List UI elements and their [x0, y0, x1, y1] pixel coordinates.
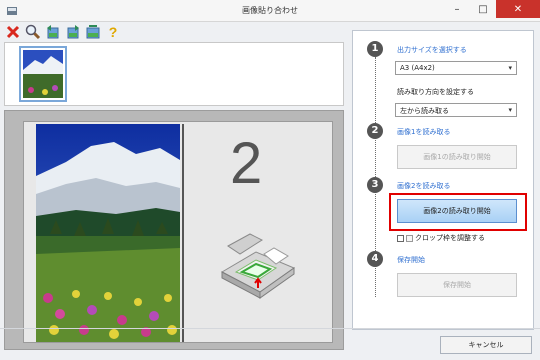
swap-icon[interactable]: [84, 23, 102, 41]
preview-frame: 2: [4, 110, 344, 350]
cancel-button[interactable]: キャンセル: [440, 336, 532, 354]
start-save-button[interactable]: 保存開始: [397, 273, 517, 297]
step-2-number: 2: [367, 123, 383, 139]
chevron-down-icon: ▾: [508, 106, 512, 114]
chevron-down-icon: ▾: [508, 64, 512, 72]
scan-direction-select[interactable]: 左から読み取る ▾: [395, 103, 517, 117]
footer-separator: [0, 328, 540, 329]
crop-adjust-checkbox[interactable]: [397, 234, 404, 242]
thumbnail-strip: [4, 42, 344, 106]
crop-adjust-label: クロップ枠を調整する: [415, 234, 485, 242]
step-1-title: 出力サイズを選択する: [397, 46, 467, 54]
output-size-select[interactable]: A3 (A4x2) ▾: [395, 61, 517, 75]
scan-image-1-button[interactable]: 画像1の読み取り開始: [397, 145, 517, 169]
minimize-button[interactable]: –: [444, 0, 470, 18]
scanned-image-1: [36, 124, 180, 342]
next-image-number: 2: [230, 131, 263, 196]
help-icon[interactable]: ?: [104, 23, 122, 41]
step-3-number: 3: [367, 177, 383, 193]
maximize-button[interactable]: □: [470, 0, 496, 18]
delete-icon[interactable]: [4, 23, 22, 41]
help-glyph: ?: [108, 24, 118, 40]
step-3-title: 画像2を読み取る: [397, 182, 451, 190]
step-4-number: 4: [367, 251, 383, 267]
title-bar: 画像貼り合わせ – □ ✕: [0, 0, 540, 22]
step-4-title: 保存開始: [397, 256, 425, 264]
scan-direction-label: 読み取り方向を設定する: [397, 88, 474, 96]
image-divider: [182, 124, 184, 342]
toolbar: ?: [4, 22, 122, 42]
step-2-title: 画像1を読み取る: [397, 128, 451, 136]
rotate-left-icon[interactable]: [44, 23, 62, 41]
scan-direction-value: 左から読み取る: [400, 107, 449, 115]
crop-adjust-option[interactable]: クロップ枠を調整する: [397, 233, 485, 243]
close-button[interactable]: ✕: [496, 0, 540, 18]
crop-frame-icon: [406, 234, 413, 242]
image-thumbnail[interactable]: [19, 46, 67, 102]
steps-panel: 1 出力サイズを選択する A3 (A4x2) ▾ 読み取り方向を設定する 左から…: [352, 30, 534, 330]
zoom-icon[interactable]: [24, 23, 42, 41]
step-1-number: 1: [367, 41, 383, 57]
output-size-value: A3 (A4x2): [400, 64, 435, 72]
preview-canvas: 2: [23, 121, 333, 343]
rotate-right-icon[interactable]: [64, 23, 82, 41]
scan-image-2-button[interactable]: 画像2の読み取り開始: [397, 199, 517, 223]
scanner-illustration-icon: [218, 232, 298, 304]
